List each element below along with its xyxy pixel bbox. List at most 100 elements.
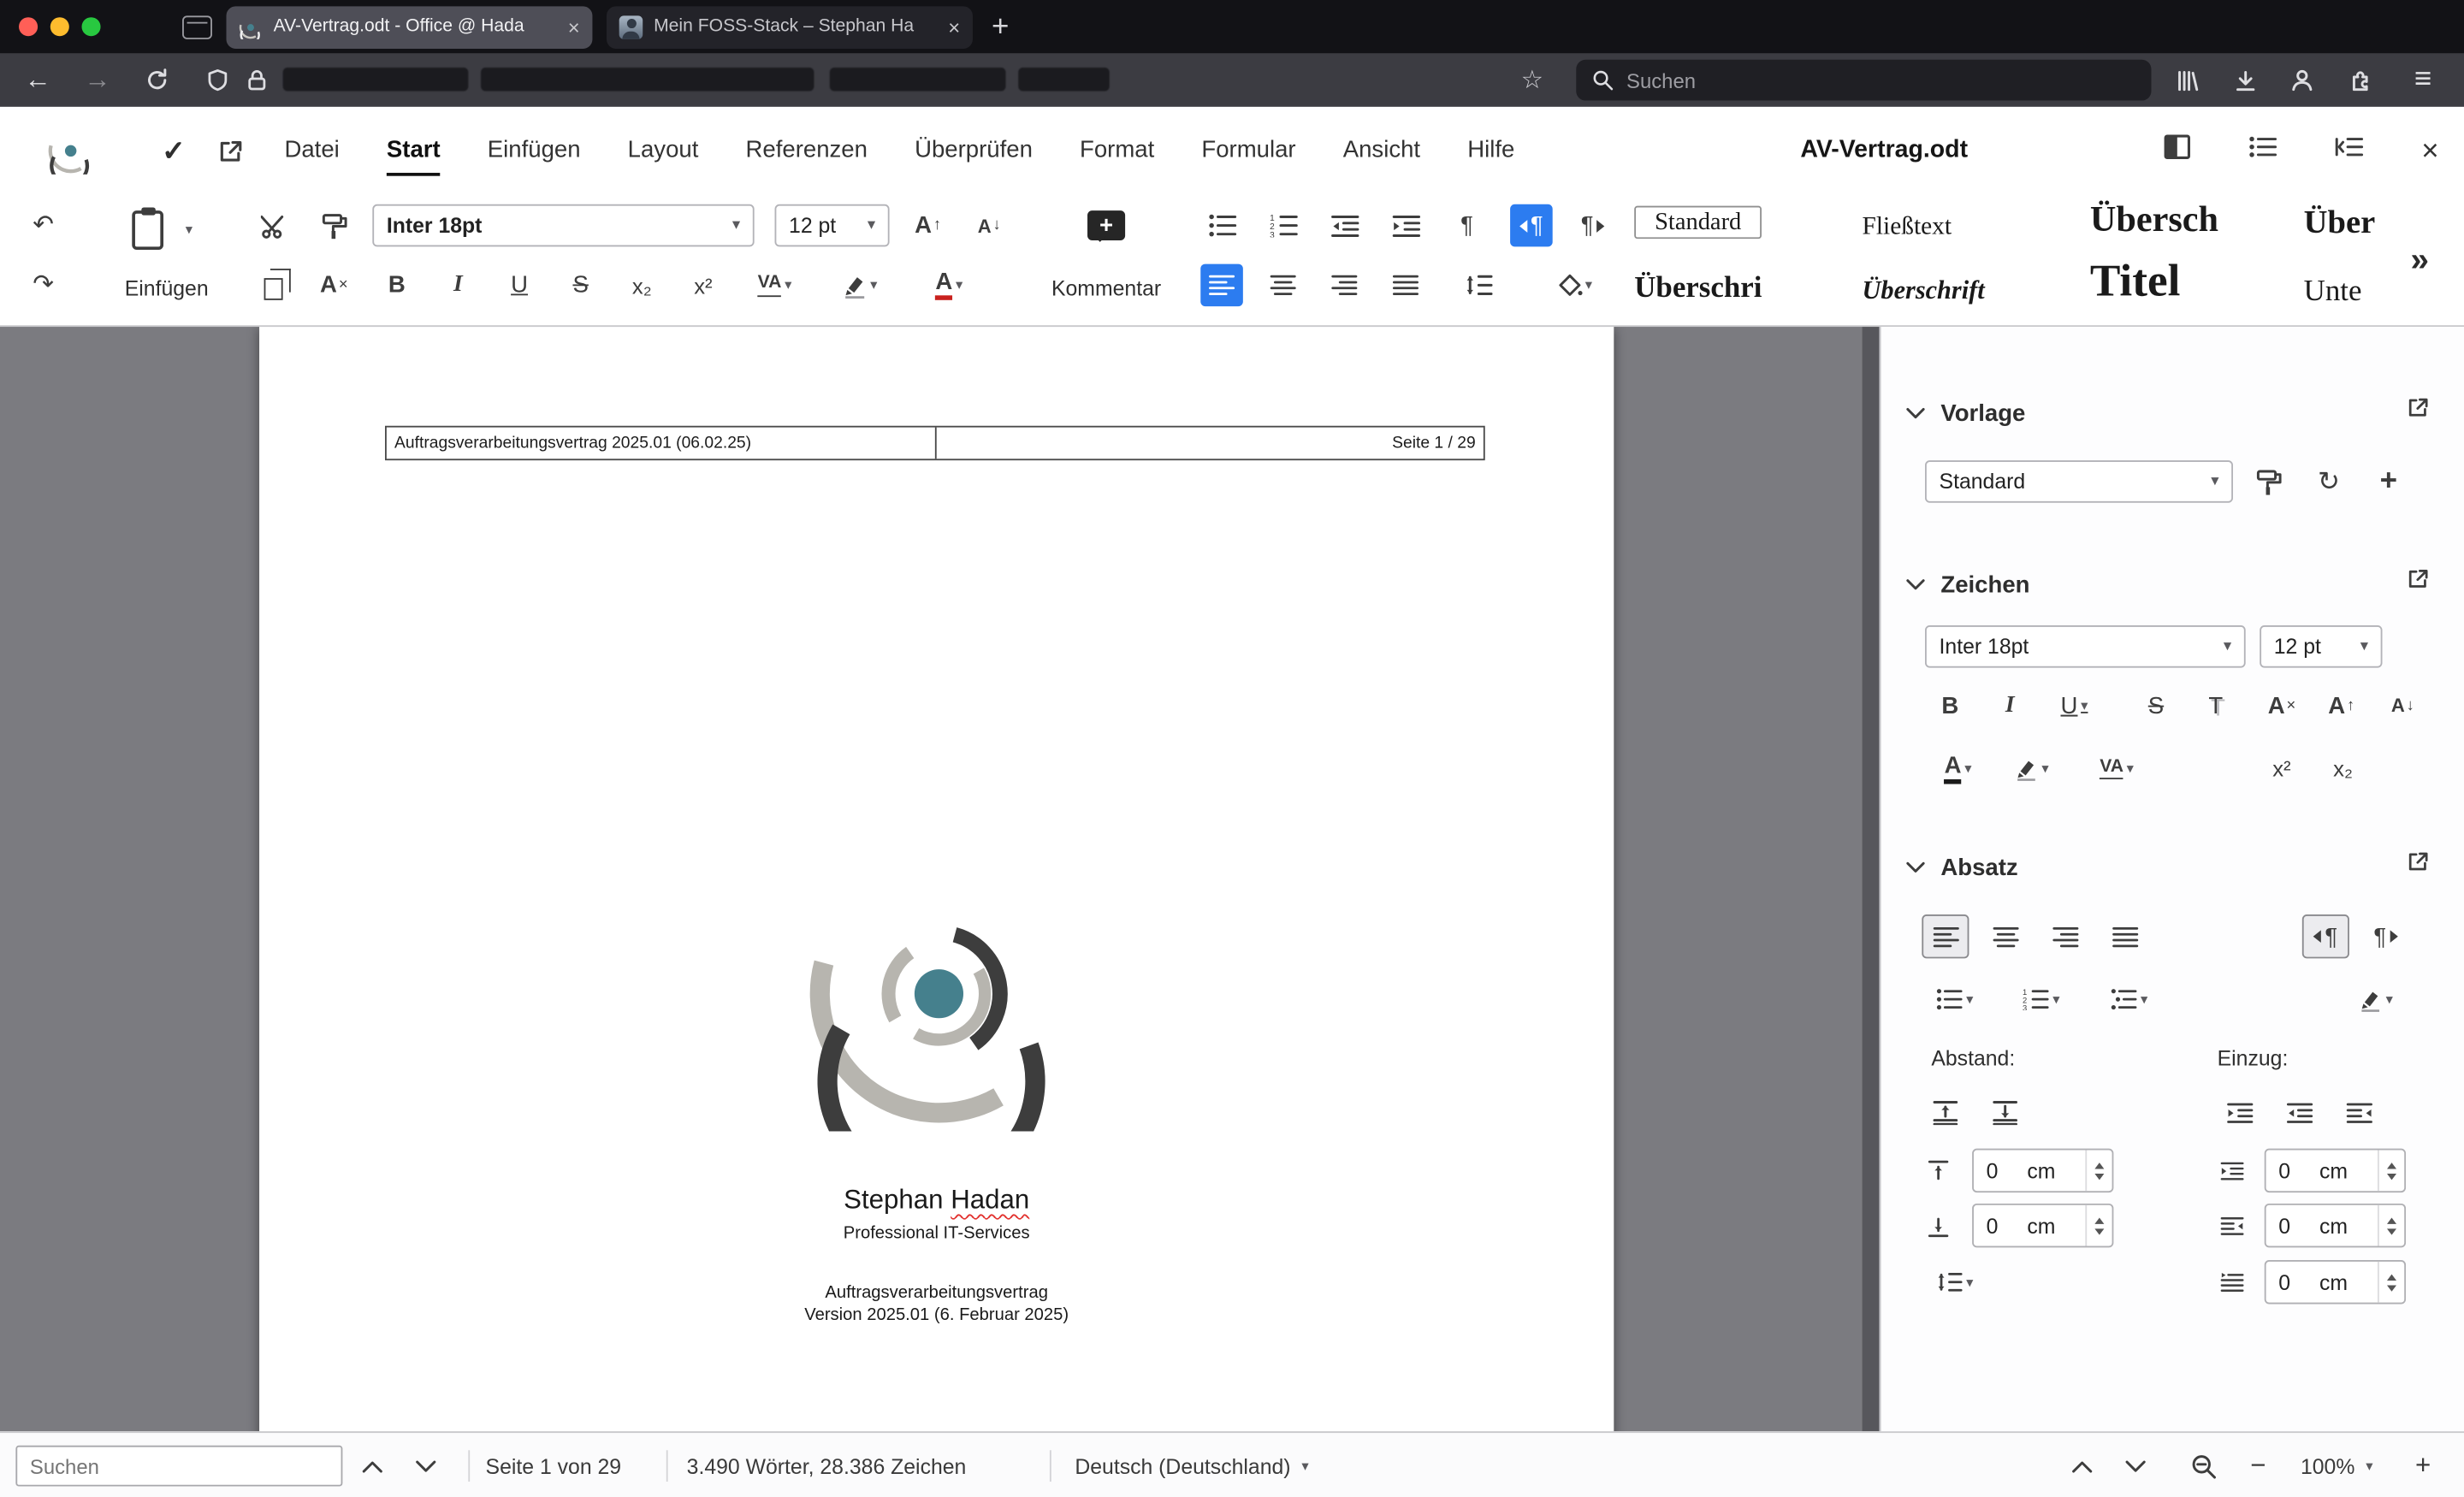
shrink-font-button[interactable]: A ↓ bbox=[968, 204, 1010, 247]
paste-dropdown-caret-icon[interactable]: ▾ bbox=[186, 222, 192, 238]
sidebar-align-left-button[interactable] bbox=[1922, 914, 1969, 959]
find-input[interactable] bbox=[15, 1445, 343, 1487]
close-document-icon[interactable]: × bbox=[2421, 136, 2438, 166]
bold-button[interactable]: B bbox=[376, 264, 418, 307]
stepper[interactable] bbox=[2377, 1150, 2404, 1192]
zoom-in-button[interactable]: + bbox=[2415, 1433, 2431, 1497]
sidebar-line-spacing-button[interactable]: ▾ bbox=[1922, 1260, 1987, 1304]
line-spacing-button[interactable] bbox=[1448, 264, 1511, 307]
app-menu-icon[interactable]: ≡ bbox=[2402, 53, 2445, 106]
numbered-list-button[interactable]: 123 bbox=[1262, 204, 1305, 247]
font-color-button[interactable]: A ▾ bbox=[915, 264, 984, 307]
align-left-button[interactable] bbox=[1200, 263, 1243, 307]
scroll-down-button[interactable] bbox=[2124, 1433, 2147, 1497]
tracking-shield-icon[interactable] bbox=[198, 53, 235, 106]
menu-item-ansicht[interactable]: Ansicht bbox=[1343, 107, 1420, 195]
right-to-left-button[interactable]: ¶ bbox=[1572, 204, 1614, 247]
tab-foss-stack[interactable]: Mein FOSS-Stack – Stephan Ha × bbox=[606, 5, 973, 49]
italic-button[interactable]: I bbox=[437, 264, 480, 307]
align-center-button[interactable] bbox=[1262, 264, 1305, 307]
spacing-below-input[interactable]: cm bbox=[1972, 1203, 2114, 1248]
navigator-icon[interactable] bbox=[2248, 135, 2277, 167]
sidebar-align-center-button[interactable] bbox=[1981, 914, 2029, 958]
window-zoom-button[interactable] bbox=[81, 17, 101, 37]
bullet-list-button[interactable] bbox=[1200, 204, 1243, 247]
library-icon[interactable] bbox=[2167, 53, 2208, 106]
firefox-view-icon[interactable] bbox=[182, 15, 212, 38]
sidebar-font-name-select[interactable]: Inter 18pt ▾ bbox=[1924, 625, 2246, 668]
language-selector[interactable]: Deutsch (Deutschland) ▾ bbox=[1075, 1433, 1308, 1497]
new-style-icon[interactable]: + bbox=[2365, 460, 2412, 504]
menu-item-format[interactable]: Format bbox=[1080, 107, 1154, 195]
tab-av-vertrag[interactable]: AV-Vertrag.odt - Office @ Hada × bbox=[226, 5, 593, 49]
indent-before-value[interactable] bbox=[2278, 1158, 2320, 1183]
cut-button[interactable] bbox=[252, 204, 294, 247]
copy-button[interactable] bbox=[252, 264, 294, 307]
style-ueberschrift2[interactable]: Über bbox=[2304, 203, 2376, 242]
forward-button[interactable]: → bbox=[75, 53, 119, 106]
style-ueberschrift[interactable]: Überschrift bbox=[1863, 275, 1985, 306]
subscript-button[interactable]: x₂ bbox=[621, 264, 664, 307]
page-count[interactable]: Seite 1 von 29 bbox=[486, 1433, 622, 1497]
sidebar-align-right-button[interactable] bbox=[2041, 914, 2088, 958]
menu-item-layout[interactable]: Layout bbox=[628, 107, 699, 195]
window-close-button[interactable] bbox=[19, 17, 38, 37]
account-icon[interactable] bbox=[2282, 53, 2323, 106]
sidebar-superscript-button[interactable]: x² bbox=[2258, 746, 2305, 790]
stepper[interactable] bbox=[2085, 1150, 2112, 1192]
style-standard[interactable]: Standard bbox=[1634, 205, 1762, 240]
first-line-indent-value[interactable] bbox=[2278, 1269, 2320, 1294]
sidebar-underline-button[interactable]: U ▾ bbox=[2046, 683, 2102, 727]
spacing-above-input[interactable]: cm bbox=[1972, 1148, 2114, 1193]
sidebar-character-spacing-button[interactable]: VA ▾ bbox=[2082, 746, 2152, 790]
sidebar-italic-button[interactable]: I bbox=[1987, 683, 2034, 727]
indent-after-input[interactable]: cm bbox=[2264, 1203, 2407, 1248]
find-next-button[interactable] bbox=[415, 1433, 437, 1497]
font-size-select[interactable]: 12 pt ▾ bbox=[774, 204, 890, 247]
decrease-indent-button[interactable] bbox=[1324, 204, 1366, 247]
sidebar-strikethrough-button[interactable]: S bbox=[2132, 683, 2179, 727]
vorlage-dialog-icon[interactable] bbox=[2406, 396, 2430, 428]
sidebar-font-size-select[interactable]: 12 pt ▾ bbox=[2260, 625, 2383, 668]
sidebar-shrink-font-button[interactable]: A ↓ bbox=[2379, 683, 2426, 727]
sidebar-highlight-color-button[interactable]: ▾ bbox=[2000, 746, 2063, 790]
tab-close-icon[interactable]: × bbox=[948, 16, 960, 37]
insert-comment-button[interactable]: + Kommentar bbox=[1034, 201, 1179, 321]
zoom-level[interactable]: 100% ▾ bbox=[2301, 1433, 2373, 1497]
sidebar-numbered-list-button[interactable]: 123 ▾ bbox=[2008, 977, 2074, 1021]
strikethrough-button[interactable]: S bbox=[560, 264, 602, 307]
style-ueberschri[interactable]: Überschri bbox=[1634, 272, 1762, 306]
menu-item-datei[interactable]: Datei bbox=[284, 107, 339, 195]
sidebar-shadow-button[interactable]: T bbox=[2192, 683, 2239, 727]
increase-indent-button[interactable] bbox=[1384, 204, 1427, 247]
sidebar-bold-button[interactable]: B bbox=[1927, 683, 1974, 727]
menu-item-start[interactable]: Start bbox=[386, 107, 441, 195]
underline-button[interactable]: U bbox=[498, 264, 541, 307]
sidebar-rtl-button[interactable]: ¶ bbox=[2362, 914, 2409, 958]
update-style-icon[interactable] bbox=[2246, 460, 2293, 504]
style-titel[interactable]: Titel bbox=[2090, 256, 2181, 308]
sidebar-decrease-indent-icon[interactable] bbox=[2276, 1091, 2323, 1134]
clone-formatting-icon[interactable] bbox=[313, 204, 356, 247]
collapse-sidebar-icon[interactable] bbox=[2335, 135, 2363, 167]
reload-button[interactable] bbox=[135, 53, 179, 106]
sidebar-clear-formatting-button[interactable]: A × bbox=[2258, 683, 2305, 727]
bookmark-star-icon[interactable]: ☆ bbox=[1512, 53, 1553, 106]
decrease-paragraph-spacing-icon[interactable] bbox=[1981, 1091, 2029, 1134]
menu-item-referenzen[interactable]: Referenzen bbox=[746, 107, 868, 195]
highlight-color-button[interactable]: ▾ bbox=[828, 264, 891, 307]
open-in-new-icon[interactable] bbox=[216, 107, 243, 195]
menu-item-einfuegen[interactable]: Einfügen bbox=[488, 107, 581, 195]
extensions-icon[interactable] bbox=[2340, 53, 2381, 106]
scroll-up-button[interactable] bbox=[2071, 1433, 2094, 1497]
sidebar-font-color-button[interactable]: A ▾ bbox=[1927, 746, 1989, 790]
refresh-style-icon[interactable]: ↻ bbox=[2305, 460, 2352, 504]
sidebar-subscript-button[interactable]: x₂ bbox=[2319, 746, 2366, 790]
paragraph-background-button[interactable]: ▾ bbox=[1543, 264, 1606, 307]
menu-item-ueberpruefen[interactable]: Überprüfen bbox=[915, 107, 1033, 195]
hanging-indent-icon[interactable] bbox=[2335, 1091, 2382, 1134]
stepper[interactable] bbox=[2377, 1261, 2404, 1303]
lock-icon[interactable] bbox=[239, 53, 273, 106]
menu-item-hilfe[interactable]: Hilfe bbox=[1467, 107, 1514, 195]
url-bar[interactable] bbox=[276, 60, 1502, 101]
